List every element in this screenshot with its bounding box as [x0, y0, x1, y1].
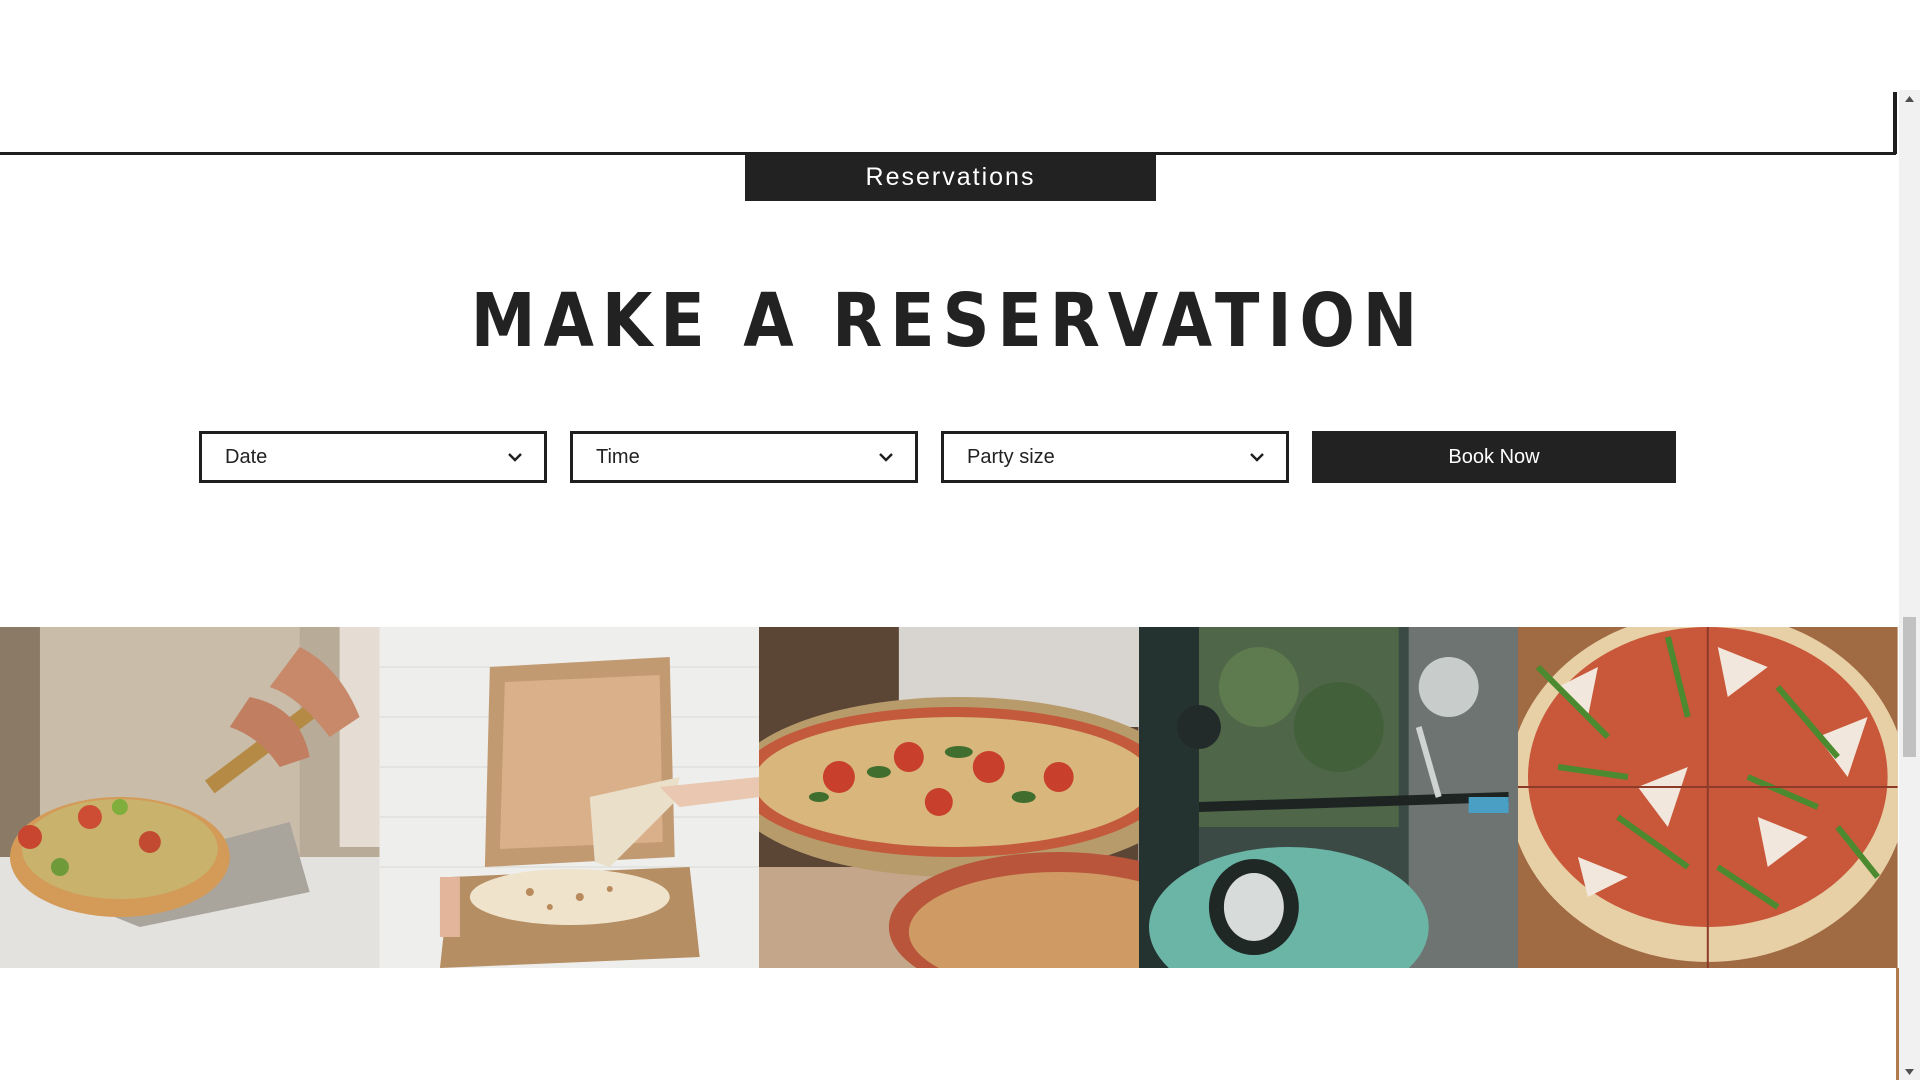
scooter-photo[interactable] [1138, 627, 1519, 968]
chevron-down-icon [506, 448, 524, 466]
page-title: MAKE A RESERVATION [470, 278, 1426, 364]
party-size-select-label: Party size [967, 445, 1055, 468]
reservations-tab-label: Reservations [865, 163, 1036, 191]
margherita-pizza-photo[interactable] [759, 627, 1139, 968]
pizza-box-photo[interactable] [379, 627, 760, 968]
date-select-label: Date [225, 445, 268, 468]
time-select[interactable]: Time [570, 431, 918, 483]
scroll-up-arrow-icon[interactable] [1899, 90, 1920, 107]
photo-gallery [0, 627, 1898, 968]
scrollbar-thumb[interactable] [1903, 617, 1916, 757]
chevron-down-icon [1248, 448, 1266, 466]
reservation-form: Date Time Party size Book Now [199, 431, 1676, 483]
header-rule-end [1893, 92, 1897, 154]
time-select-label: Time [596, 445, 640, 468]
scroll-down-arrow-icon[interactable] [1899, 1063, 1920, 1080]
chevron-down-icon [877, 448, 895, 466]
page: Reservations MAKE A RESERVATION Date Tim… [0, 0, 1920, 1080]
pizza-peel-photo[interactable] [0, 627, 380, 968]
reservations-tab[interactable]: Reservations [745, 154, 1156, 201]
arugula-pizza-photo[interactable] [1518, 627, 1898, 968]
scrollbar[interactable] [1899, 90, 1920, 1080]
date-select[interactable]: Date [199, 431, 547, 483]
party-size-select[interactable]: Party size [941, 431, 1289, 483]
book-now-button[interactable]: Book Now [1312, 431, 1676, 483]
